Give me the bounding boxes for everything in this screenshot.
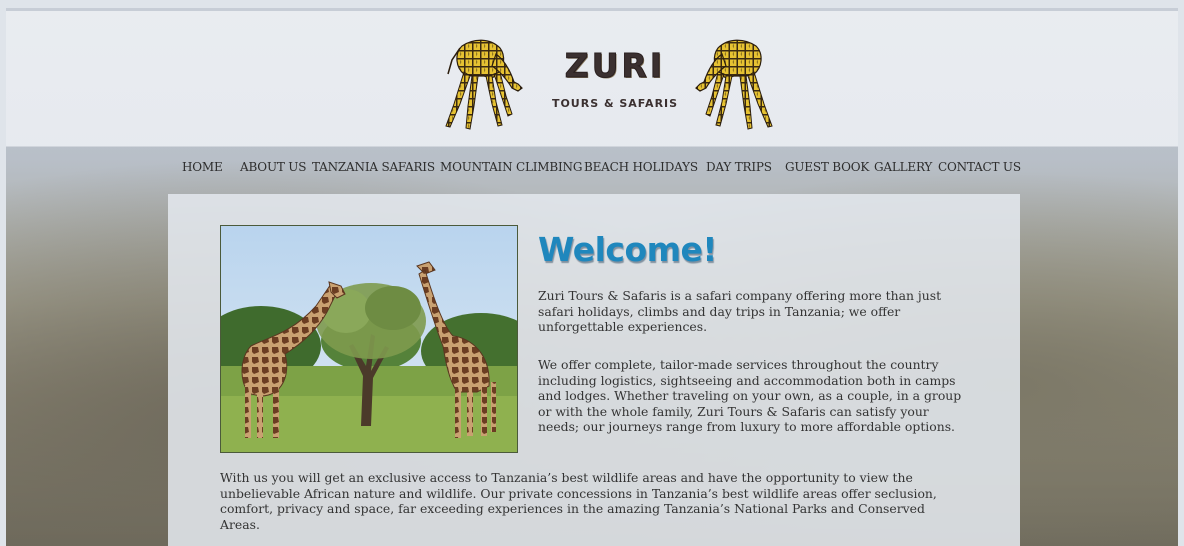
main-nav: HOME ABOUT US TANZANIA SAFARIS MOUNTAIN … xyxy=(6,160,1178,182)
nav-home[interactable]: HOME xyxy=(182,160,223,174)
nav-guest-book[interactable]: GUEST BOOK xyxy=(785,160,869,174)
wildlife-paragraph: With us you will get an exclusive access… xyxy=(220,470,937,532)
intro-paragraph: Zuri Tours & Safaris is a safari company… xyxy=(538,288,942,334)
site-logo[interactable]: ZURI TOURS & SAFARIS xyxy=(432,34,786,134)
brand-name: ZURI xyxy=(564,46,666,86)
nav-contact-us[interactable]: CONTACT US xyxy=(938,160,1021,174)
site-header: ZURI TOURS & SAFARIS xyxy=(6,8,1178,147)
giraffe-logo-icon xyxy=(695,39,773,130)
nav-mountain-climbing[interactable]: MOUNTAIN CLIMBING xyxy=(440,160,582,174)
giraffes-photo xyxy=(220,225,518,453)
services-paragraph: We offer complete, tailor-made services … xyxy=(538,357,962,434)
page-background: ZURI TOURS & SAFARIS HOME ABOUT US TANZA… xyxy=(6,8,1178,546)
nav-gallery[interactable]: GALLERY xyxy=(874,160,932,174)
brand-tagline: TOURS & SAFARIS xyxy=(551,97,679,110)
welcome-heading: Welcome! xyxy=(538,230,717,269)
nav-tanzania-safaris[interactable]: TANZANIA SAFARIS xyxy=(312,160,435,174)
nav-beach-holidays[interactable]: BEACH HOLIDAYS xyxy=(584,160,698,174)
nav-about-us[interactable]: ABOUT US xyxy=(240,160,306,174)
giraffe-logo-icon xyxy=(445,39,523,130)
giraffes-photo-image xyxy=(221,226,517,452)
nav-day-trips[interactable]: DAY TRIPS xyxy=(706,160,772,174)
content-panel: Welcome! Zuri Tours & Safaris is a safar… xyxy=(168,194,1020,546)
